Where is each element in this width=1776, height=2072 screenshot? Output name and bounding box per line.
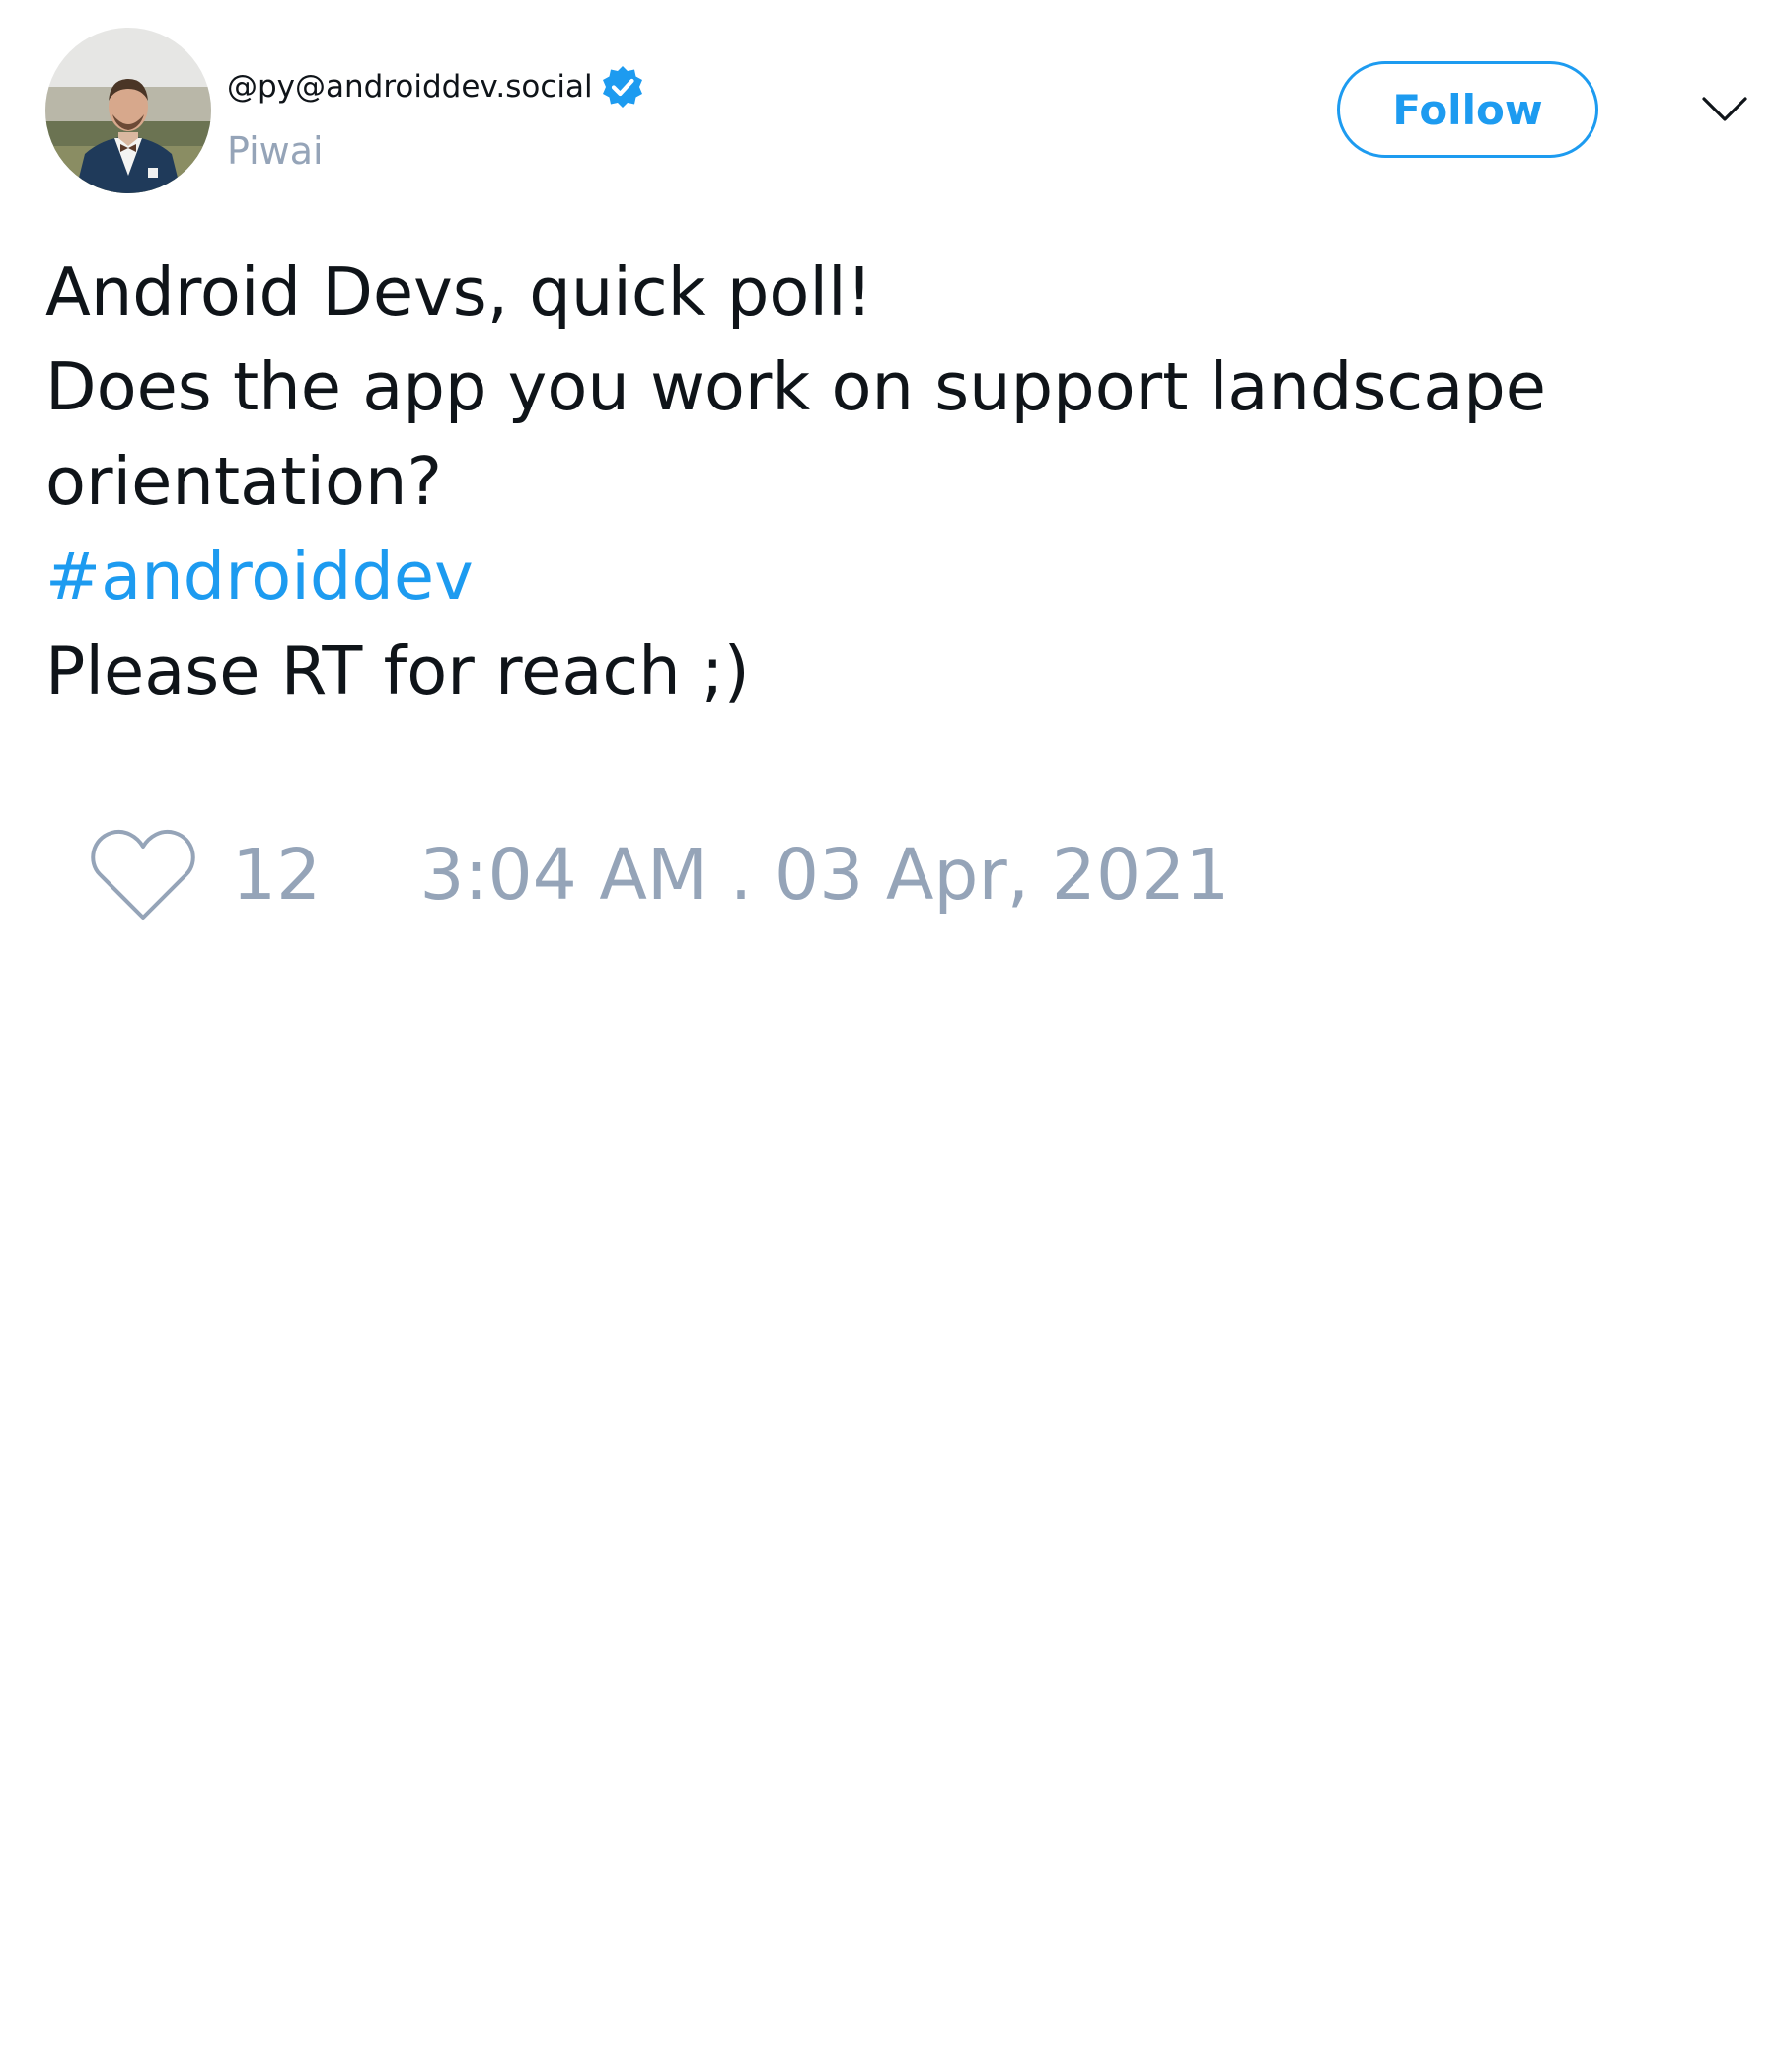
author-handle-row[interactable]: @py@androiddev.social <box>227 63 646 111</box>
like-count: 12 <box>232 833 322 916</box>
more-options-button[interactable] <box>1695 85 1754 134</box>
like-button[interactable] <box>89 825 197 924</box>
avatar[interactable] <box>45 28 211 193</box>
tweet-text-line: Please RT for reach ;) <box>45 632 750 709</box>
follow-button[interactable]: Follow <box>1337 61 1598 158</box>
avatar-photo <box>45 28 211 193</box>
tweet-card: @py@androiddev.social Piwai Follow Andro… <box>0 0 1776 2072</box>
author-display-name[interactable]: Piwai <box>227 126 324 176</box>
verified-badge-icon <box>599 63 646 111</box>
heart-icon <box>91 830 195 920</box>
tweet-footer: 12 3:04 AM . 03 Apr, 2021 <box>89 825 1229 924</box>
chevron-down-icon <box>1702 97 1747 121</box>
tweet-timestamp[interactable]: 3:04 AM . 03 Apr, 2021 <box>419 834 1229 916</box>
author-handle[interactable]: @py@androiddev.social <box>227 65 593 109</box>
hashtag-link[interactable]: #androiddev <box>45 529 1723 624</box>
tweet-text-line: Android Devs, quick poll! <box>45 254 873 331</box>
tweet-text-line: orientation? <box>45 443 443 520</box>
tweet-text-line: Does the app you work on support landsca… <box>45 348 1547 425</box>
tweet-text: Android Devs, quick poll! Does the app y… <box>45 245 1723 718</box>
